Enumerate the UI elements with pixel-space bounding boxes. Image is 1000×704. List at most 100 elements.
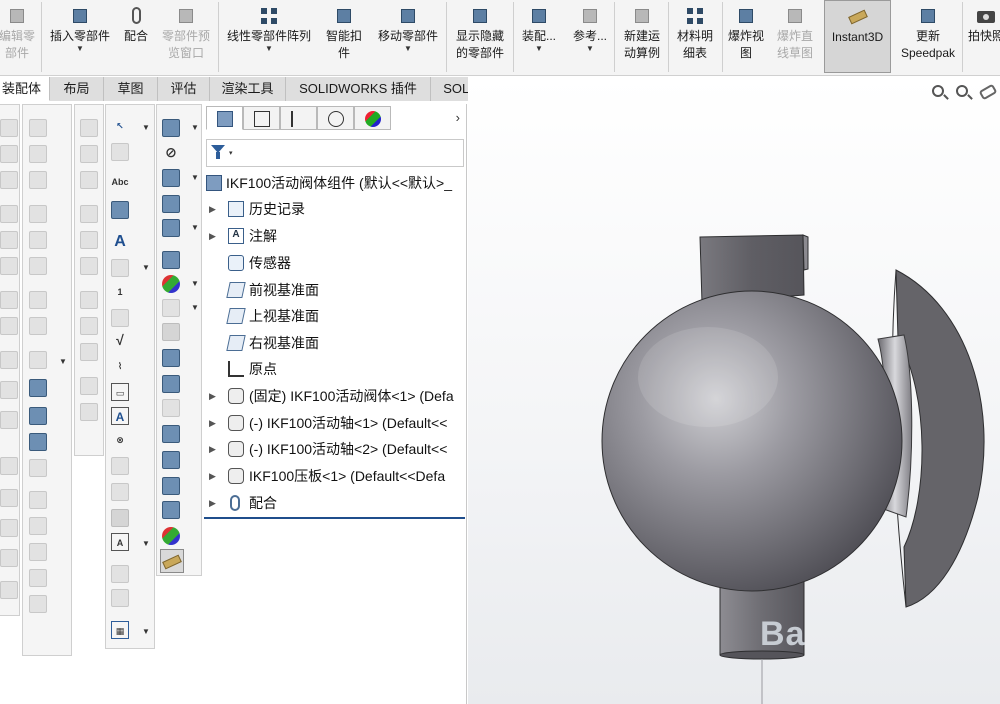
tab-evaluate[interactable]: 评估	[158, 77, 210, 101]
tool-icon[interactable]	[80, 171, 98, 189]
geometric-tolerance-icon[interactable]: ▭	[111, 383, 129, 401]
show-hidden-icon[interactable]	[162, 251, 180, 269]
chevron-down-icon[interactable]: ▼	[142, 123, 150, 132]
tool-icon[interactable]	[29, 231, 47, 249]
tool-icon[interactable]	[29, 517, 47, 535]
reference-geometry-button[interactable]: 参考... ▼	[566, 0, 614, 74]
linear-pattern-icon[interactable]	[162, 169, 180, 187]
chevron-down-icon[interactable]: ▼	[191, 223, 199, 232]
insert-components-button[interactable]: 插入零部件 ▼	[44, 0, 116, 74]
show-hidden-components-button[interactable]: 显示隐藏 的零部件	[449, 0, 511, 74]
expand-arrow-icon[interactable]: ▶	[209, 412, 219, 434]
assembly-model[interactable]	[468, 77, 1000, 704]
chevron-down-icon[interactable]: ▼	[566, 45, 614, 53]
insert-component-icon[interactable]	[162, 119, 180, 137]
tab-propertymanager[interactable]	[243, 106, 280, 130]
tool-icon[interactable]	[0, 257, 18, 275]
move-component-icon[interactable]	[162, 219, 180, 237]
linear-pattern-button[interactable]: 线性零部件阵列 ▼	[220, 0, 318, 74]
tree-item-valve-body[interactable]: ▶ (固定) IKF100活动阀体<1> (Defa	[203, 385, 467, 407]
tool-icon[interactable]	[29, 291, 47, 309]
update-speedpak-button[interactable]: 更新 Speedpak	[895, 0, 961, 74]
assembly-features-button[interactable]: 装配... ▼	[516, 0, 562, 74]
expand-arrow-icon[interactable]: ▶	[209, 198, 219, 220]
tree-root-assembly[interactable]: IKF100活动阀体组件 (默认<<默认>_	[203, 172, 467, 194]
tool-icon[interactable]	[0, 411, 18, 429]
exploded-view-icon[interactable]	[162, 375, 180, 393]
explode-line-icon[interactable]	[162, 399, 180, 417]
edit-component-button[interactable]: 编辑零 部件	[0, 0, 40, 74]
tab-solidworks-addins[interactable]: SOLIDWORKS 插件	[286, 77, 431, 101]
tool-icon[interactable]	[111, 259, 129, 277]
tool-icon[interactable]	[80, 145, 98, 163]
tab-render-tools[interactable]: 渲染工具	[210, 77, 286, 101]
chevron-down-icon[interactable]: ▼	[44, 45, 116, 53]
balloon-icon[interactable]: 1	[111, 283, 129, 301]
tool-icon[interactable]	[0, 381, 18, 399]
explode-line-sketch-button[interactable]: 爆炸直 线草图	[770, 0, 820, 74]
exploded-view-button[interactable]: 爆炸视 图	[724, 0, 768, 74]
hatch-icon[interactable]	[111, 509, 129, 527]
tool-icon[interactable]	[0, 489, 18, 507]
expand-arrow-icon[interactable]: ▶	[209, 385, 219, 407]
tool-icon[interactable]	[29, 407, 47, 425]
tool-icon[interactable]	[80, 317, 98, 335]
large-design-review-icon[interactable]	[162, 477, 180, 495]
tool-icon[interactable]	[111, 565, 129, 583]
tool-icon[interactable]	[29, 595, 47, 613]
bill-of-materials-button[interactable]: 材料明 细表	[670, 0, 720, 74]
tab-assembly[interactable]: 装配体	[0, 77, 50, 101]
tool-icon[interactable]	[0, 291, 18, 309]
tool-icon[interactable]	[80, 377, 98, 395]
tab-featuremanager[interactable]	[206, 106, 243, 130]
tool-icon[interactable]	[29, 119, 47, 137]
take-snapshot-button[interactable]: 拍快照	[964, 0, 1000, 74]
tool-icon[interactable]	[80, 343, 98, 361]
tool-icon[interactable]	[80, 205, 98, 223]
graphics-viewport[interactable]: Ba	[468, 77, 1000, 704]
tab-sketch[interactable]: 草图	[104, 77, 158, 101]
tree-item-right-plane[interactable]: 右视基准面	[203, 332, 467, 354]
tool-icon[interactable]	[0, 231, 18, 249]
sketch-icon[interactable]: ↖	[111, 117, 129, 135]
tab-configurationmanager[interactable]	[280, 106, 317, 130]
mate-icon[interactable]: ⊘	[162, 143, 180, 161]
table-icon[interactable]: ▦	[111, 621, 129, 639]
snapshot-icon[interactable]	[162, 451, 180, 469]
panel-expand-icon[interactable]: ›	[456, 110, 460, 125]
tool-icon[interactable]	[80, 291, 98, 309]
tool-icon[interactable]	[111, 309, 129, 327]
component-preview-button[interactable]: 零部件预 览窗口	[156, 0, 216, 74]
tree-item-annotations[interactable]: ▶ A 注解	[203, 225, 467, 247]
interference-icon[interactable]	[162, 275, 180, 293]
move-component-button[interactable]: 移动零部件 ▼	[372, 0, 444, 74]
tool-icon[interactable]	[29, 351, 47, 369]
tool-icon[interactable]	[29, 257, 47, 275]
bom-icon[interactable]	[162, 349, 180, 367]
new-motion-study-button[interactable]: 新建运 动算例	[617, 0, 667, 74]
instant3d-button[interactable]: Instant3D	[824, 0, 891, 73]
tool-icon[interactable]	[29, 171, 47, 189]
tool-icon[interactable]	[0, 581, 18, 599]
tab-dimxpertmanager[interactable]	[317, 106, 354, 130]
weld-symbol-icon[interactable]: ⌇	[111, 357, 129, 375]
tree-item-history[interactable]: ▶ 历史记录	[203, 198, 467, 220]
expand-arrow-icon[interactable]: ▶	[209, 438, 219, 460]
tree-item-shaft-2[interactable]: ▶ (-) IKF100活动轴<2> (Default<<	[203, 438, 467, 460]
tool-icon[interactable]	[0, 549, 18, 567]
tool-icon[interactable]	[0, 519, 18, 537]
tool-icon[interactable]	[0, 145, 18, 163]
chevron-down-icon[interactable]: ▼	[372, 45, 444, 53]
smart-fasteners-icon[interactable]	[162, 195, 180, 213]
tool-icon[interactable]	[29, 569, 47, 587]
chevron-down-icon[interactable]: ▼	[191, 123, 199, 132]
mate-button[interactable]: 配合	[118, 0, 154, 74]
tree-item-top-plane[interactable]: 上视基准面	[203, 305, 467, 327]
tab-displaymanager[interactable]	[354, 106, 391, 130]
expand-arrow-icon[interactable]: ▶	[209, 225, 219, 247]
smart-fasteners-button[interactable]: 智能扣 件	[320, 0, 368, 74]
tool-icon[interactable]	[29, 433, 47, 451]
assembly-xpert-icon[interactable]	[162, 501, 180, 519]
tool-icon[interactable]	[0, 457, 18, 475]
tool-icon[interactable]	[80, 119, 98, 137]
